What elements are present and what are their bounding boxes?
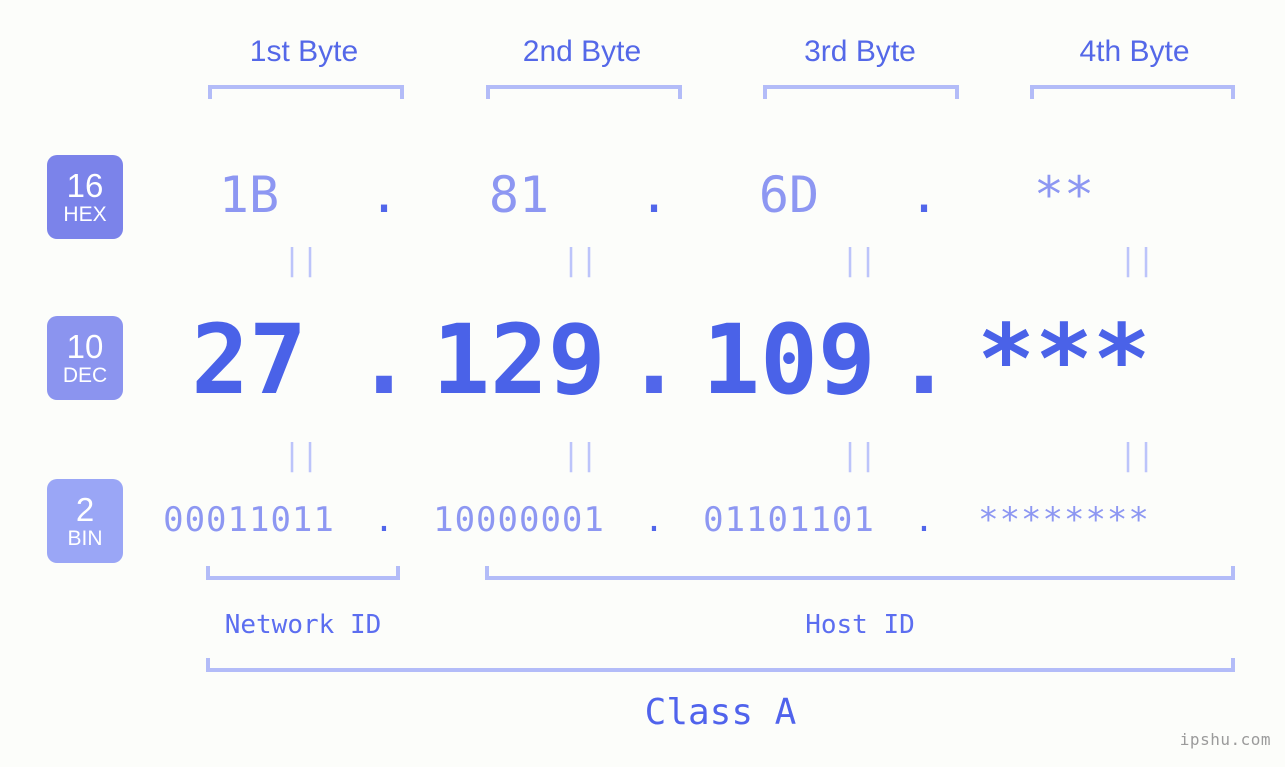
dec-byte-4: *** <box>977 304 1151 416</box>
hex-value-row: 1B . 81 . 6D . ** <box>150 150 1270 240</box>
hex-separator-3: . <box>908 166 940 224</box>
bin-separator-2: . <box>643 500 665 540</box>
byte-header-2: 2nd Byte <box>522 35 642 68</box>
ip-address-breakdown-diagram: 1st Byte 2nd Byte 3rd Byte 4th Byte 16 H… <box>0 0 1285 767</box>
base-badge-hex-label: HEX <box>63 202 107 226</box>
base-badge-bin-label: BIN <box>67 526 103 550</box>
base-badge-hex: 16 HEX <box>47 155 123 239</box>
bin-byte-2: 10000001 <box>433 500 605 540</box>
dec-separator-1: . <box>355 303 413 416</box>
hex-separator-1: . <box>368 166 400 224</box>
bin-separator-3: . <box>913 500 935 540</box>
byte-bracket-3 <box>763 85 959 99</box>
equals-mark-dec-bin-3: || <box>840 438 878 473</box>
host-id-label: Host ID <box>805 610 915 640</box>
byte-header-3: 3rd Byte <box>804 35 916 68</box>
equals-mark-dec-bin-4: || <box>1118 438 1156 473</box>
dec-separator-3: . <box>895 303 953 416</box>
bin-byte-1: 00011011 <box>163 500 335 540</box>
base-badge-bin: 2 BIN <box>47 479 123 563</box>
equals-mark-hex-dec-3: || <box>840 243 878 278</box>
base-badge-dec-label: DEC <box>62 363 108 387</box>
dec-byte-2: 129 <box>432 304 606 416</box>
watermark: ipshu.com <box>1179 730 1271 749</box>
equals-mark-dec-bin-2: || <box>561 438 599 473</box>
hex-separator-2: . <box>638 166 670 224</box>
byte-bracket-2 <box>486 85 682 99</box>
base-badge-dec: 10 DEC <box>47 316 123 400</box>
bin-value-row: 00011011 . 10000001 . 01101101 . *******… <box>150 482 1270 558</box>
base-badge-bin-number: 2 <box>75 490 95 528</box>
equals-mark-hex-dec-2: || <box>561 243 599 278</box>
dec-byte-3: 109 <box>702 304 876 416</box>
hex-byte-3: 6D <box>758 166 820 224</box>
class-label: Class A <box>644 692 797 733</box>
host-id-bracket <box>485 566 1235 580</box>
dec-value-row: 27 . 129 . 109 . *** <box>150 300 1270 420</box>
byte-bracket-1 <box>208 85 404 99</box>
equals-mark-dec-bin-1: || <box>282 438 320 473</box>
bin-byte-4: ******** <box>978 500 1150 540</box>
base-badge-hex-number: 16 <box>66 166 104 204</box>
bin-separator-1: . <box>373 500 395 540</box>
class-bracket <box>206 658 1235 672</box>
hex-byte-1: 1B <box>218 166 280 224</box>
bin-byte-3: 01101101 <box>703 500 875 540</box>
network-id-label: Network ID <box>224 610 382 640</box>
byte-header-1: 1st Byte <box>249 35 359 68</box>
equals-mark-hex-dec-4: || <box>1118 243 1156 278</box>
dec-separator-2: . <box>625 303 683 416</box>
dec-byte-1: 27 <box>191 304 307 416</box>
equals-mark-hex-dec-1: || <box>282 243 320 278</box>
network-id-bracket <box>206 566 400 580</box>
byte-header-4: 4th Byte <box>1079 35 1190 68</box>
byte-bracket-4 <box>1030 85 1235 99</box>
base-badge-dec-number: 10 <box>66 327 104 365</box>
hex-byte-2: 81 <box>488 166 550 224</box>
hex-byte-4: ** <box>1033 166 1095 224</box>
